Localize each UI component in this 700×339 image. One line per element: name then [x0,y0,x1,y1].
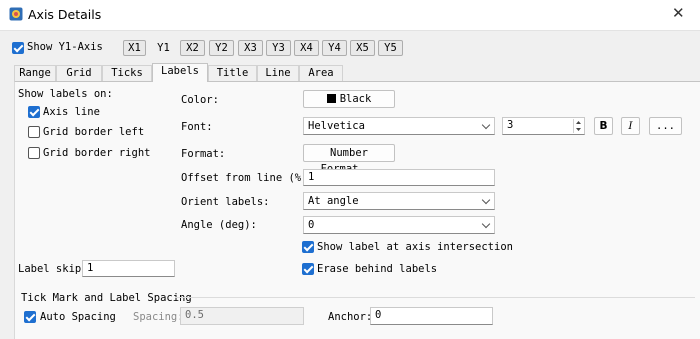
font-more-button[interactable]: ... [649,117,682,135]
font-label: Font: [181,121,213,133]
bold-button[interactable]: B [594,117,613,135]
show-axis-checkbox[interactable] [12,42,24,54]
erase-behind-checkbox[interactable] [302,263,314,275]
axis-button-x4[interactable]: X4 [294,40,319,56]
axis-line-checkbox[interactable] [28,106,40,118]
spacing-label: Spacing: [133,311,184,323]
show-axis-label: Show Y1-Axis [27,41,103,53]
font-family-value: Helvetica [308,120,365,132]
spacing-input[interactable]: 0.5 [180,307,304,325]
axis-button-x1[interactable]: X1 [123,40,146,56]
font-size-spinner[interactable]: 3 [502,117,585,135]
axis-button-y5[interactable]: Y5 [378,40,403,56]
spinner-arrows-icon[interactable] [573,119,583,133]
angle-select[interactable]: 0 [303,216,495,234]
window-title: Axis Details [28,7,102,22]
color-button[interactable]: Black [303,90,395,108]
color-swatch [326,94,336,103]
tab-title[interactable]: Title [208,65,257,81]
app-icon [9,7,23,21]
axis-line-label: Axis line [43,106,100,118]
erase-behind-label: Erase behind labels [317,263,438,275]
tab-labels[interactable]: Labels [152,63,208,82]
axis-button-x2[interactable]: X2 [180,40,205,56]
chevron-down-icon [481,195,491,205]
tab-range[interactable]: Range [14,65,56,81]
color-label: Color: [181,94,219,106]
angle-value: 0 [308,219,315,231]
orient-labels-value: At angle [308,195,359,207]
italic-button[interactable]: I [621,117,640,135]
axis-button-y2[interactable]: Y2 [209,40,234,56]
axis-button-y3[interactable]: Y3 [266,40,291,56]
label-skip-label: Label skip: [18,263,88,275]
grid-border-left-label: Grid border left [43,126,145,138]
tab-line[interactable]: Line [257,65,299,81]
chevron-down-icon [481,219,491,229]
auto-spacing-checkbox[interactable] [24,311,36,323]
axis-button-x3[interactable]: X3 [238,40,263,56]
color-value: Black [339,93,372,105]
tick-section-heading: Tick Mark and Label Spacing [21,292,192,304]
title-bar [0,0,700,31]
orient-labels-select[interactable]: At angle [303,192,495,210]
offset-label: Offset from line (%): [181,172,314,184]
orient-labels-label: Orient labels: [181,196,270,208]
section-divider [175,297,695,298]
number-format-button[interactable]: Number Format... [303,144,395,175]
chevron-down-icon [481,120,491,130]
offset-input[interactable]: 1 [303,169,495,186]
axis-button-y1[interactable]: Y1 [152,40,175,56]
tab-area[interactable]: Area [299,65,343,81]
font-size-value: 3 [507,119,514,131]
show-intersection-label: Show label at axis intersection [317,241,513,253]
format-label: Format: [181,148,226,160]
grid-border-right-label: Grid border right [43,147,151,159]
grid-border-right-checkbox[interactable] [28,147,40,159]
auto-spacing-label: Auto Spacing [40,311,116,323]
anchor-label: Anchor: [328,311,373,323]
show-intersection-checkbox[interactable] [302,241,314,253]
angle-label: Angle (deg): [181,219,257,231]
label-skip-input[interactable]: 1 [82,260,175,277]
anchor-input[interactable]: 0 [370,307,493,325]
font-family-select[interactable]: Helvetica [303,117,495,135]
tab-ticks[interactable]: Ticks [102,65,152,81]
show-labels-heading: Show labels on: [18,88,113,100]
axis-button-y4[interactable]: Y4 [322,40,347,56]
tab-grid[interactable]: Grid [56,65,102,81]
close-icon[interactable]: ✕ [672,4,685,22]
axis-button-x5[interactable]: X5 [350,40,375,56]
grid-border-left-checkbox[interactable] [28,126,40,138]
